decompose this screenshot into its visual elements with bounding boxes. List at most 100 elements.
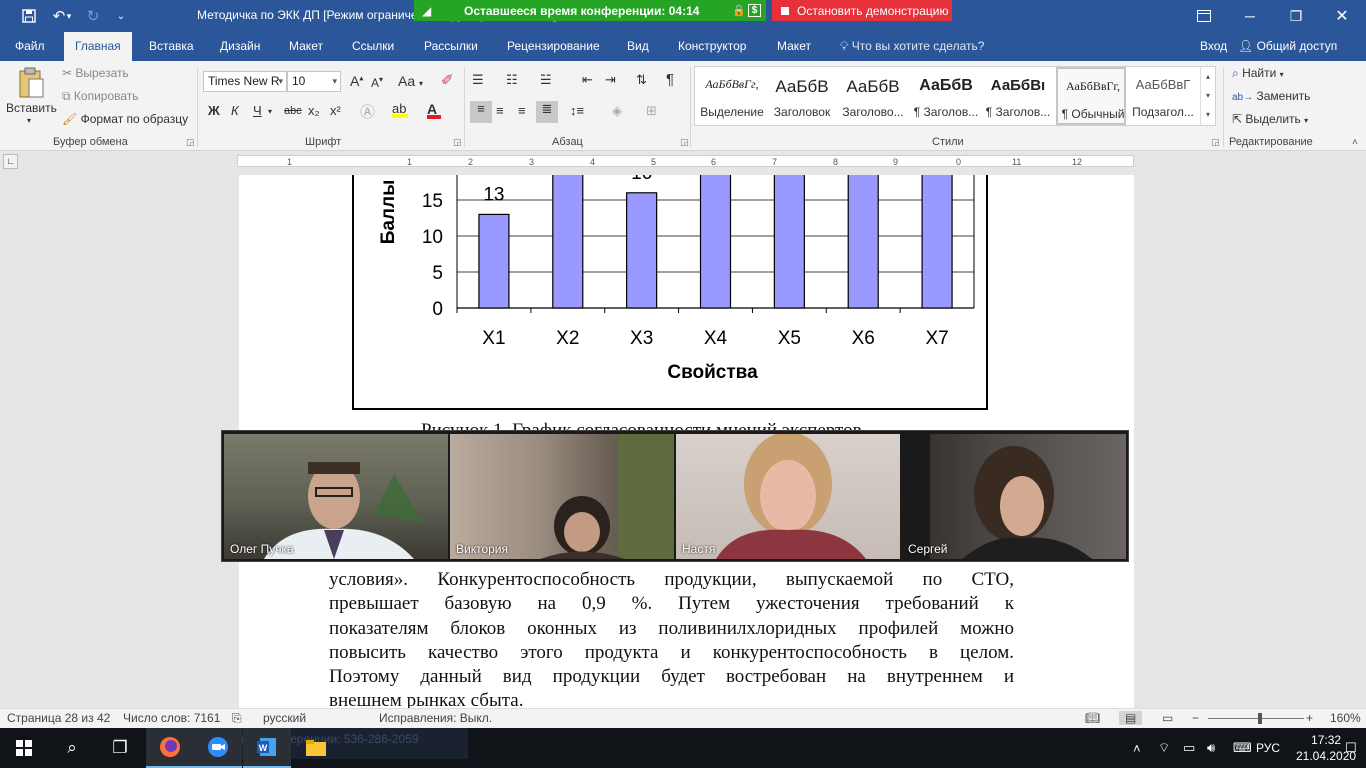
participant-video-nastya[interactable]: Настя xyxy=(676,434,900,559)
search-icon[interactable]: ⌕ xyxy=(48,728,96,768)
page-indicator[interactable]: Страница 28 из 42 xyxy=(7,711,110,725)
paste-button[interactable]: Вставить xyxy=(6,101,57,115)
style-heading[interactable]: АаБбВ Заголовок xyxy=(767,67,837,125)
tab-file[interactable]: Файл xyxy=(15,32,45,61)
tab-table-design[interactable]: Конструктор xyxy=(678,32,746,61)
copy-button[interactable]: ⧉ Копировать xyxy=(62,89,139,104)
save-icon[interactable] xyxy=(14,0,44,32)
tab-selector[interactable]: ∟ xyxy=(3,154,18,169)
style-heading-2[interactable]: АаБбВ Заголово... xyxy=(838,67,908,125)
chart-frame[interactable]: 0 5 10 15 20 X1 13 X2 X3 16 X4 X5 X6 X7 Свойства Баллы xyxy=(352,175,988,410)
underline-button[interactable]: Ч xyxy=(253,103,262,118)
styles-scroll[interactable]: ▴ ▾ ▾ xyxy=(1200,67,1215,125)
web-layout-icon[interactable]: ▭ xyxy=(1162,711,1173,725)
network-icon[interactable]: ⌔ xyxy=(1158,728,1170,768)
participant-video-oleg[interactable]: Олег Пучка xyxy=(224,434,448,559)
language-indicator[interactable]: русский xyxy=(263,711,306,725)
dollar-icon[interactable]: $ xyxy=(748,4,761,17)
find-button[interactable]: ⌕ Найти ▾ xyxy=(1232,66,1284,81)
tab-home[interactable]: Главная xyxy=(64,32,132,61)
firefox-icon[interactable] xyxy=(146,728,194,768)
font-launcher-icon[interactable]: ◲ xyxy=(453,137,462,148)
show-formatting-icon[interactable]: ¶ xyxy=(666,71,674,88)
bullets-icon[interactable]: ☰ xyxy=(472,72,484,88)
customize-icon[interactable]: ⌄ xyxy=(106,0,136,32)
lock-icon[interactable]: 🔒 xyxy=(732,4,746,17)
volume-icon[interactable]: 🔊︎ xyxy=(1207,728,1215,768)
restore-icon[interactable]: ❐ xyxy=(1273,0,1319,32)
participant-video-sergey[interactable]: Сергей xyxy=(902,434,1126,559)
zoom-out-button[interactable]: − xyxy=(1192,711,1199,725)
battery-icon[interactable]: ▭ xyxy=(1183,728,1195,768)
increase-indent-icon[interactable]: ⇥ xyxy=(605,72,616,88)
file-explorer-icon[interactable] xyxy=(292,728,340,768)
style-emphasis[interactable]: АаБбВвГг, Выделение xyxy=(697,67,767,125)
font-color-button[interactable]: A xyxy=(427,101,441,119)
tray-overflow-icon[interactable]: ˄ xyxy=(1133,728,1141,768)
notifications-icon[interactable]: ☐ xyxy=(1345,728,1357,768)
cut-button[interactable]: ✂ Вырезать xyxy=(62,66,129,80)
align-center-icon[interactable]: ≡ xyxy=(496,103,504,118)
undo-dropdown-icon[interactable]: ▾ xyxy=(62,0,76,32)
paste-dropdown-icon[interactable]: ▾ xyxy=(27,116,31,125)
participant-video-victoria[interactable]: Виктория xyxy=(450,434,674,559)
start-icon[interactable] xyxy=(0,728,48,768)
stop-demonstration-button[interactable]: Остановить демонстрацию xyxy=(772,0,952,21)
collapse-ribbon-icon[interactable]: ˄ xyxy=(1352,137,1358,148)
shading-icon[interactable]: ◈ xyxy=(612,103,622,119)
bold-button[interactable]: Ж xyxy=(208,103,220,118)
paragraph-launcher-icon[interactable]: ◲ xyxy=(680,137,689,148)
clear-formatting-icon[interactable]: ✐ xyxy=(441,71,454,89)
select-button[interactable]: ⇱ Выделить ▾ xyxy=(1232,112,1308,126)
underline-dropdown-icon[interactable]: ▾ xyxy=(268,107,272,116)
tab-insert[interactable]: Вставка xyxy=(149,32,194,61)
ribbon-display-icon[interactable] xyxy=(1181,0,1227,32)
style-subtitle[interactable]: АаБбВвГ Подзагол... xyxy=(1128,67,1198,125)
minimize-icon[interactable]: ─ xyxy=(1227,0,1273,32)
share-button[interactable]: 👤︎ Общий доступ xyxy=(1238,32,1337,61)
line-spacing-icon[interactable]: ↕≡ xyxy=(570,103,584,118)
task-view-icon[interactable]: ❐ xyxy=(96,728,144,768)
font-size-field[interactable]: 10 ▾ xyxy=(287,71,341,92)
grow-font-button[interactable]: A▴ xyxy=(350,73,363,89)
font-name-field[interactable]: Times New R ▾ xyxy=(203,71,287,92)
tab-review[interactable]: Рецензирование xyxy=(507,32,600,61)
zoom-slider[interactable] xyxy=(1208,718,1304,719)
clipboard-launcher-icon[interactable]: ◲ xyxy=(186,137,195,148)
tab-layout[interactable]: Макет xyxy=(289,32,323,61)
tab-view[interactable]: Вид xyxy=(627,32,649,61)
tab-references[interactable]: Ссылки xyxy=(352,32,394,61)
zoom-in-button[interactable]: + xyxy=(1306,711,1313,725)
style-heading-4[interactable]: АаБбВı ¶ Заголов... xyxy=(983,67,1053,125)
tab-table-layout[interactable]: Макет xyxy=(777,32,811,61)
change-case-button[interactable]: Aa ▾ xyxy=(398,73,423,89)
word-app-icon[interactable]: W xyxy=(243,728,291,768)
zoom-level[interactable]: 160% xyxy=(1330,711,1361,725)
print-layout-icon[interactable]: ▤ xyxy=(1119,711,1143,725)
style-heading-3[interactable]: АаБбВ ¶ Заголов... xyxy=(911,67,981,125)
input-language[interactable]: РУС xyxy=(1256,728,1280,768)
keyboard-icon[interactable]: ⌨ xyxy=(1233,728,1252,768)
align-left-icon[interactable]: ≡ xyxy=(470,101,492,123)
tab-design[interactable]: Дизайн xyxy=(220,32,260,61)
sort-icon[interactable]: ⇅ xyxy=(636,72,647,88)
style-normal[interactable]: АаБбВвГг, ¶ Обычный xyxy=(1056,67,1126,125)
paste-icon[interactable] xyxy=(17,67,45,104)
word-count[interactable]: Число слов: 7161 xyxy=(123,711,220,725)
track-changes-indicator[interactable]: Исправления: Выкл. xyxy=(379,711,492,725)
superscript-button[interactable]: x² xyxy=(330,103,341,118)
numbering-icon[interactable]: ☷ xyxy=(506,72,518,88)
italic-button[interactable]: К xyxy=(231,103,239,118)
zoom-slider-thumb[interactable] xyxy=(1258,713,1262,724)
pin-icon[interactable]: ◢ xyxy=(422,4,431,18)
proofing-icon[interactable]: ⎘ xyxy=(232,711,242,726)
zoom-app-icon[interactable] xyxy=(194,728,242,768)
decrease-indent-icon[interactable]: ⇤ xyxy=(582,72,593,88)
subscript-button[interactable]: x₂ xyxy=(308,103,320,118)
replace-button[interactable]: ab→ Заменить xyxy=(1232,89,1310,103)
strikethrough-button[interactable]: abc xyxy=(284,105,302,117)
horizontal-ruler[interactable]: 1 1 2 3 4 5 6 7 8 9 0 11 12 xyxy=(237,155,1134,167)
shrink-font-button[interactable]: A▾ xyxy=(371,75,383,90)
align-right-icon[interactable]: ≡ xyxy=(518,103,526,118)
sign-in-link[interactable]: Вход xyxy=(1200,32,1227,61)
